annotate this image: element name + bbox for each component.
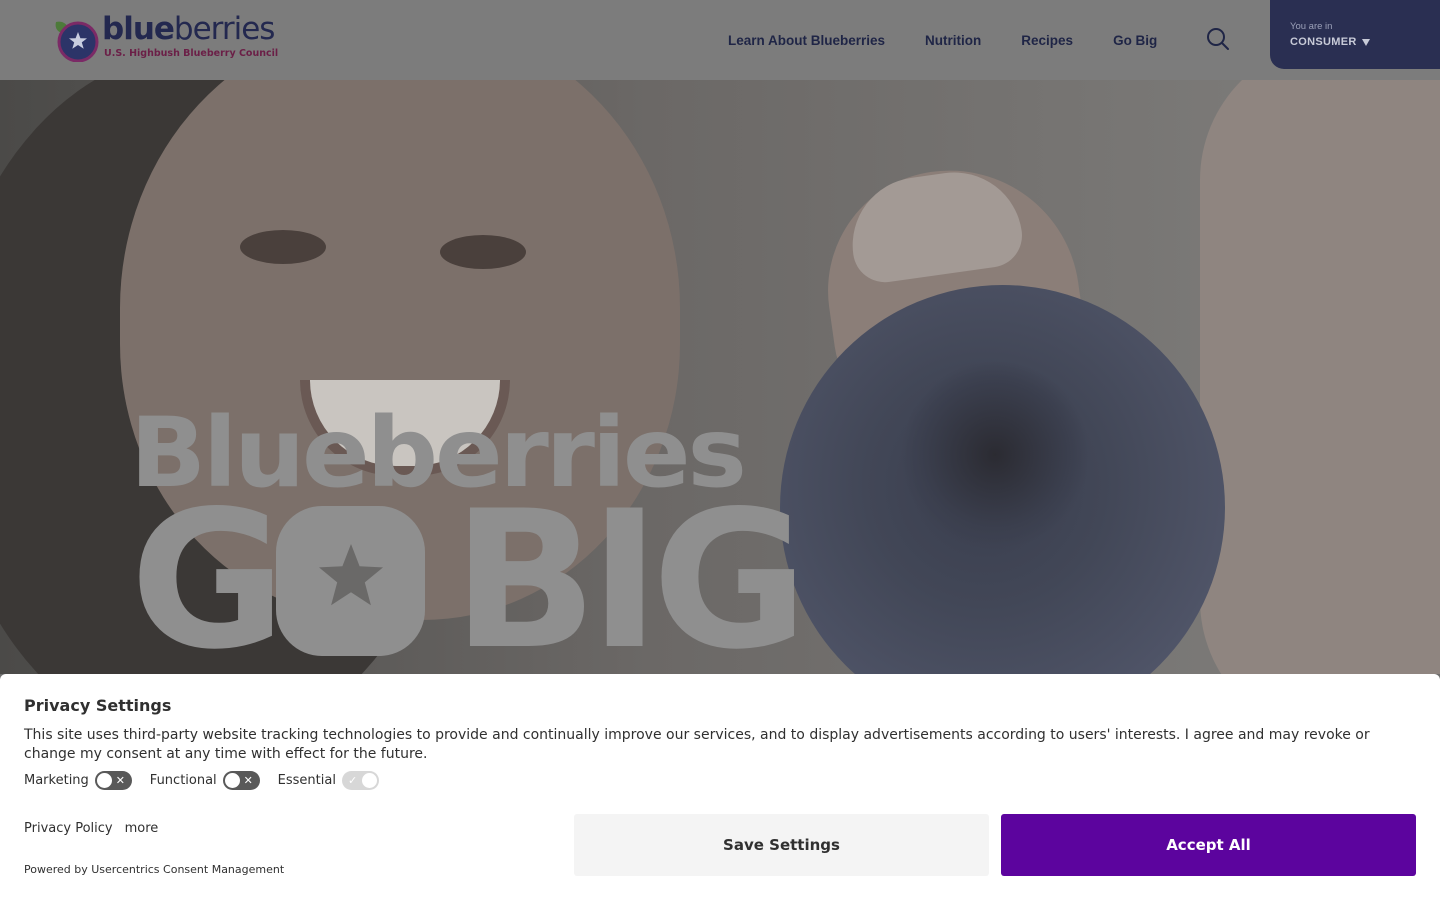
privacy-policy-link[interactable]: Privacy Policy xyxy=(24,821,113,836)
audience-selector[interactable]: You are in CONSUMER xyxy=(1270,0,1440,69)
toggle-marketing-group: Marketing ✕ xyxy=(24,771,132,790)
caret-down-icon xyxy=(1361,38,1370,46)
toggle-essential-label: Essential xyxy=(277,773,336,788)
nav-go-big[interactable]: Go Big xyxy=(1113,33,1157,48)
blueberries-logo[interactable]: blueberries U.S. Highbush Blueberry Coun… xyxy=(50,14,278,63)
logo-wordmark: blueberries xyxy=(102,11,276,47)
search-icon[interactable] xyxy=(1205,26,1231,52)
toggle-knob xyxy=(96,773,112,788)
logo-word-bold: blue xyxy=(102,11,175,47)
save-settings-button[interactable]: Save Settings xyxy=(574,814,989,876)
hero-photo-hand xyxy=(1200,80,1440,674)
toggle-essential-group: Essential ✓ xyxy=(278,771,379,790)
hero-title-line2: G BIG xyxy=(130,470,808,675)
powered-by-text: Powered by Usercentrics Consent Manageme… xyxy=(24,863,285,876)
x-icon: ✕ xyxy=(243,774,253,787)
consent-description: This site uses third-party website track… xyxy=(24,727,1370,762)
toggle-functional-group: Functional ✕ xyxy=(150,771,260,790)
audience-value: CONSUMER xyxy=(1290,36,1357,48)
hero-photo-eye-left xyxy=(240,230,326,264)
nav-nutrition[interactable]: Nutrition xyxy=(925,33,981,48)
toggle-knob xyxy=(224,773,240,788)
toggle-functional-label: Functional xyxy=(149,773,217,788)
toggle-essential: ✓ xyxy=(341,771,379,790)
audience-value-wrap: CONSUMER xyxy=(1290,36,1370,48)
toggle-functional[interactable]: ✕ xyxy=(222,771,260,790)
hero-title-line1: Blueberries xyxy=(130,397,747,509)
nav-recipes[interactable]: Recipes xyxy=(1021,33,1073,48)
toggle-marketing[interactable]: ✕ xyxy=(94,771,132,790)
x-icon: ✕ xyxy=(115,774,126,787)
hero-banner: Blueberries G BIG xyxy=(0,80,1440,674)
audience-prefix: You are in xyxy=(1290,21,1333,32)
blueberry-logo-icon xyxy=(50,18,100,63)
nav-learn-about-blueberries[interactable]: Learn About Blueberries xyxy=(728,33,885,48)
hero-title: Blueberries G BIG xyxy=(130,405,808,675)
more-link[interactable]: more xyxy=(125,821,159,836)
hero-title-big: BIG xyxy=(452,470,808,675)
accept-all-button[interactable]: Accept All xyxy=(1001,814,1416,876)
check-icon: ✓ xyxy=(347,774,358,787)
consent-links: Privacy Policy more xyxy=(24,821,170,836)
hero-photo-blueberry-crown xyxy=(900,360,1090,550)
star-icon xyxy=(275,505,425,656)
site-header: blueberries U.S. Highbush Blueberry Coun… xyxy=(0,0,1440,80)
consent-title: Privacy Settings xyxy=(24,696,172,715)
consent-toggles: Marketing ✕ Functional ✕ Essential ✓ xyxy=(24,771,397,790)
logo-subtitle: U.S. Highbush Blueberry Council xyxy=(104,48,279,59)
hero-title-go-g: G xyxy=(130,470,286,675)
privacy-consent-banner: Privacy Settings This site uses third-pa… xyxy=(0,674,1440,900)
hero-photo-eye-right xyxy=(440,235,526,269)
toggle-marketing-label: Marketing xyxy=(24,773,89,788)
toggle-knob xyxy=(361,773,377,788)
logo-word-regular: berries xyxy=(173,11,276,47)
main-nav: Learn About Blueberries Nutrition Recipe… xyxy=(728,33,1197,48)
